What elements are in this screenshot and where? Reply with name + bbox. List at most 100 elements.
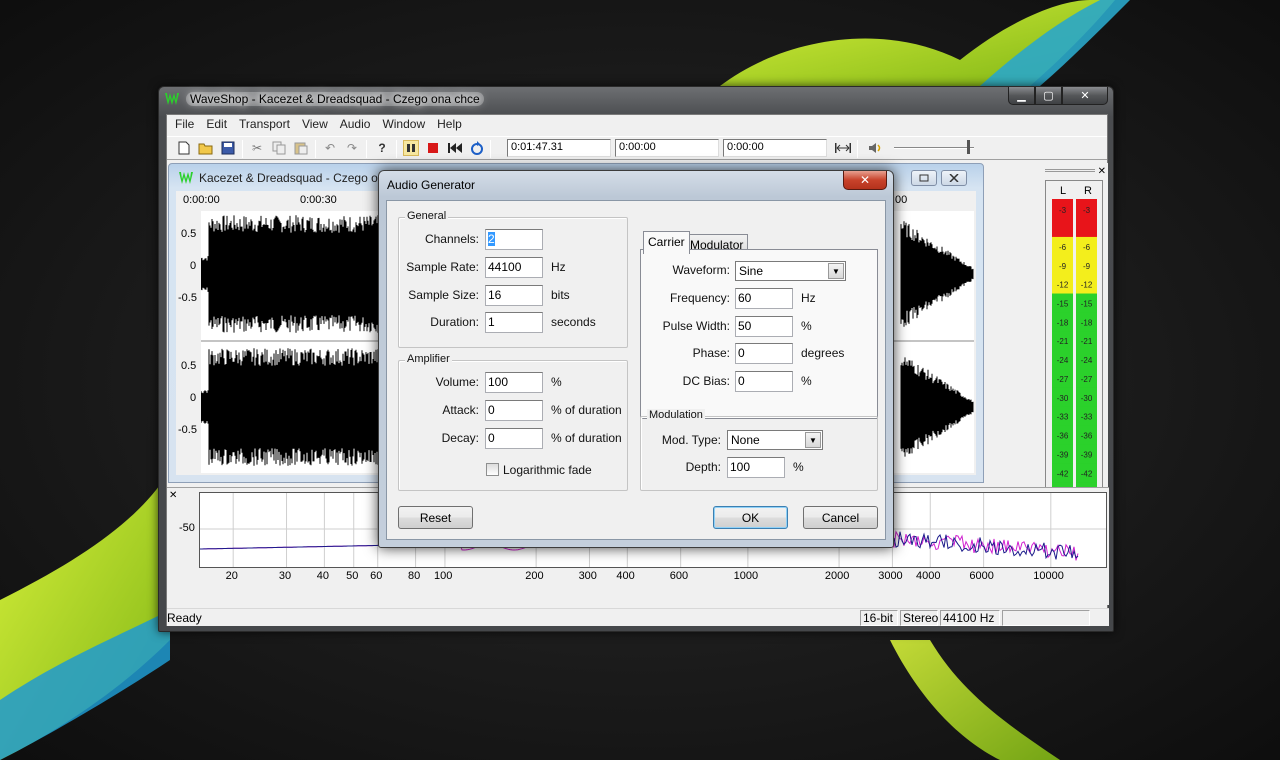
window-title: WaveShop - Kacezet & Dreadsquad - Czego … (186, 92, 484, 106)
volume-slider-thumb[interactable] (967, 140, 970, 154)
document-close-button[interactable] (941, 170, 967, 186)
phase-unit: degrees (801, 346, 845, 360)
meter-scale-label: -6 (1059, 243, 1067, 252)
maximize-button[interactable]: ▢ (1035, 87, 1062, 105)
meter-scale-label: -3 (1059, 206, 1067, 215)
frequency-label: 40 (316, 570, 330, 582)
chevron-down-icon[interactable]: ▼ (805, 432, 821, 448)
frequency-label: 2000 (824, 570, 850, 582)
amplitude-label: 0 (190, 260, 197, 272)
frequency-label: 200 (525, 570, 544, 582)
save-icon[interactable] (220, 140, 236, 156)
meter-left-bar: -3-6-9-12-15-18-21-24-27-30-33-36-39-42-… (1052, 199, 1073, 501)
document-restore-button[interactable] (911, 170, 937, 186)
meter-scale-label: -30 (1057, 394, 1069, 403)
phase-field[interactable]: 0 (735, 343, 793, 364)
reset-button[interactable]: Reset (398, 506, 473, 529)
cut-icon[interactable]: ✂ (249, 140, 265, 156)
rewind-icon[interactable] (447, 140, 463, 156)
pulse-width-field[interactable]: 50 (735, 316, 793, 337)
frequency-label: 20 (225, 570, 238, 582)
sample-size-field[interactable]: 16 (485, 285, 543, 306)
logarithmic-fade-checkbox[interactable] (486, 463, 499, 476)
meter-scale-label: -42 (1081, 469, 1093, 478)
meter-scale-label: -6 (1083, 243, 1091, 252)
frequency-label: 6000 (969, 570, 994, 582)
waveshop-logo-icon (165, 93, 179, 105)
status-text: Ready (167, 611, 202, 625)
menu-transport[interactable]: Transport (233, 115, 296, 135)
selection-end-field[interactable]: 0:00:00 (723, 139, 827, 157)
mod-type-label: Mod. Type: (661, 433, 721, 447)
frequency-field[interactable]: 60 (735, 288, 793, 309)
frequency-label: Frequency: (669, 291, 730, 305)
menu-view[interactable]: View (296, 115, 334, 135)
meter-scale-label: -42 (1057, 469, 1069, 478)
stop-icon[interactable] (425, 140, 441, 156)
decay-label: Decay: (441, 431, 479, 445)
duration-unit: seconds (551, 315, 596, 329)
dialog-close-button[interactable]: ✕ (843, 171, 887, 190)
meter-grip[interactable] (1045, 169, 1095, 172)
minimize-button[interactable]: ▁ (1008, 87, 1035, 105)
mod-type-select[interactable]: None ▼ (727, 430, 823, 450)
title-bar[interactable]: WaveShop - Kacezet & Dreadsquad - Czego … (159, 87, 1113, 111)
logarithmic-fade-label[interactable]: Logarithmic fade (503, 463, 592, 477)
tab-carrier[interactable]: Carrier (643, 231, 690, 254)
status-channels: Stereo (900, 610, 938, 626)
undo-icon[interactable]: ↶ (322, 140, 338, 156)
menu-file[interactable]: File (169, 115, 200, 135)
waveform-select[interactable]: Sine ▼ (735, 261, 846, 281)
depth-unit: % (793, 460, 804, 474)
frequency-label: 4000 (916, 570, 941, 582)
dc-bias-field[interactable]: 0 (735, 371, 793, 392)
cancel-button[interactable]: Cancel (803, 506, 878, 529)
copy-icon[interactable] (271, 140, 287, 156)
close-button[interactable]: ✕ (1062, 87, 1108, 105)
decay-field[interactable]: 0 (485, 428, 543, 449)
chevron-down-icon[interactable]: ▼ (828, 263, 844, 279)
meter-scale-label: -15 (1081, 300, 1093, 309)
loop-icon[interactable] (469, 140, 485, 156)
menu-help[interactable]: Help (431, 115, 468, 135)
paste-icon[interactable] (293, 140, 309, 156)
sample-rate-field[interactable]: 44100 (485, 257, 543, 278)
meter-scale-label: -3 (1083, 206, 1091, 215)
attack-field[interactable]: 0 (485, 400, 543, 421)
menu-window[interactable]: Window (376, 115, 431, 135)
help-icon[interactable]: ? (374, 140, 390, 156)
meter-scale-label: -33 (1081, 413, 1093, 422)
waveform-label: Waveform: (672, 263, 730, 277)
volume-icon[interactable] (867, 140, 883, 156)
selection-start-field[interactable]: 0:00:00 (615, 139, 719, 157)
frequency-label: 3000 (878, 570, 903, 582)
meter-right-bar: -3-6-9-12-15-18-21-24-27-30-33-36-39-42-… (1076, 199, 1097, 501)
channels-field[interactable]: 2 (485, 229, 543, 250)
spectrum-close-icon[interactable]: ✕ (169, 490, 177, 501)
ok-button[interactable]: OK (713, 506, 788, 529)
new-file-icon[interactable] (176, 140, 192, 156)
open-folder-icon[interactable] (198, 140, 214, 156)
volume-slider-track[interactable] (894, 147, 974, 149)
meter-close-icon[interactable]: ✕ (1098, 166, 1106, 177)
zoom-fit-icon[interactable] (833, 140, 853, 156)
carrier-panel: Waveform: Sine ▼ Frequency: 60 Hz Pulse … (640, 249, 878, 419)
volume-field[interactable]: 100 (485, 372, 543, 393)
pause-icon[interactable] (403, 140, 419, 156)
sample-size-unit: bits (551, 288, 570, 302)
meter-scale-label: -9 (1059, 262, 1067, 271)
meter-scale-label: -12 (1057, 281, 1069, 290)
ruler-label: 0:00:30 (300, 194, 337, 206)
menu-audio[interactable]: Audio (334, 115, 377, 135)
redo-icon[interactable]: ↷ (344, 140, 360, 156)
meter-scale-label: -39 (1081, 450, 1093, 459)
depth-field[interactable]: 100 (727, 457, 785, 478)
frequency-label: 80 (407, 570, 421, 582)
menu-edit[interactable]: Edit (200, 115, 233, 135)
position-field[interactable]: 0:01:47.31 (507, 139, 611, 157)
meter-scale-label: -27 (1081, 375, 1093, 384)
channels-label: Channels: (424, 232, 479, 246)
amplitude-label: 0.5 (181, 228, 197, 240)
duration-field[interactable]: 1 (485, 312, 543, 333)
attack-unit: % of duration (551, 403, 622, 417)
